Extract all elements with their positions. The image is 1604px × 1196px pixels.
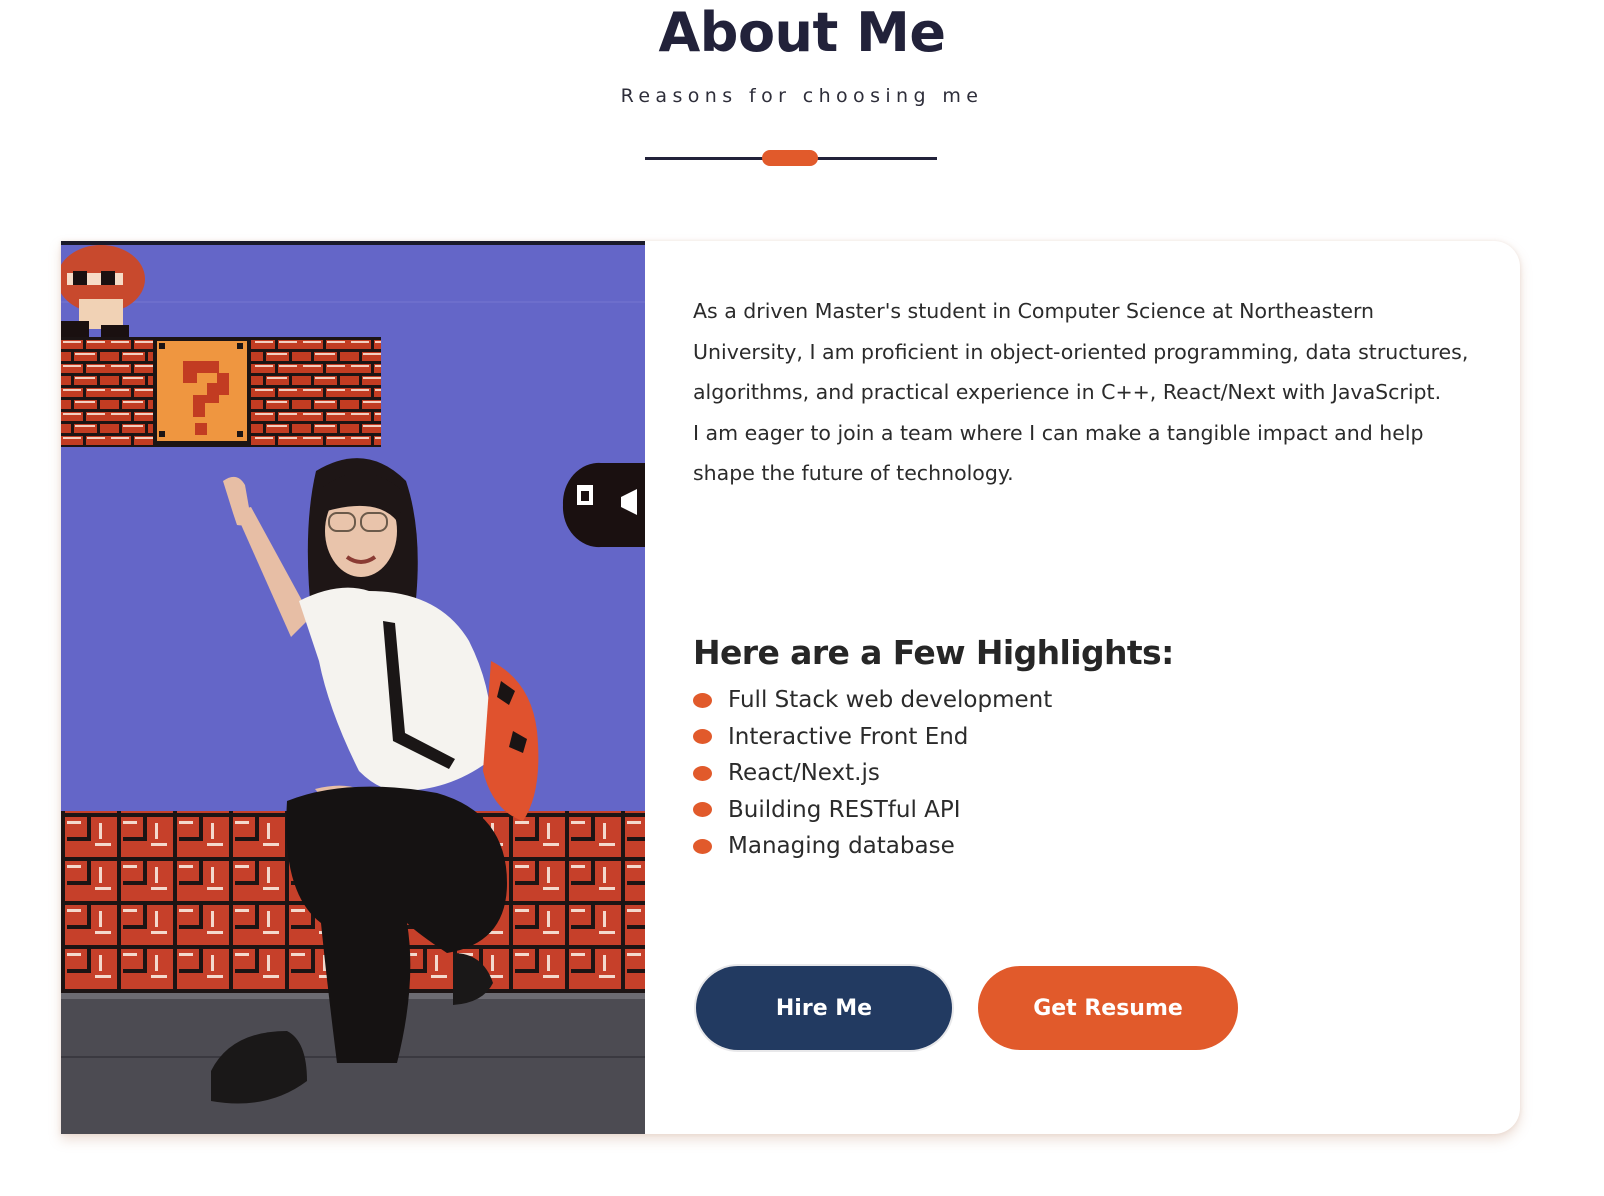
highlight-label: React/Next.js bbox=[728, 760, 880, 787]
bullet-icon bbox=[693, 838, 712, 854]
profile-photo bbox=[61, 241, 645, 1134]
highlight-label: Managing database bbox=[728, 833, 955, 860]
intro-paragraph: I am eager to join a team where I can ma… bbox=[693, 420, 1424, 486]
highlight-label: Building RESTful API bbox=[728, 796, 961, 823]
highlight-item: React/Next.js bbox=[693, 755, 1052, 792]
highlights-heading: Here are a Few Highlights: bbox=[693, 633, 1174, 672]
title-divider bbox=[645, 150, 937, 166]
highlight-label: Full Stack web development bbox=[728, 687, 1053, 714]
about-card: As a driven Master's student in Computer… bbox=[61, 241, 1520, 1134]
highlight-item: Full Stack web development bbox=[693, 682, 1052, 719]
highlight-label: Interactive Front End bbox=[728, 723, 969, 750]
intro-text: As a driven Master's student in Computer… bbox=[693, 291, 1473, 494]
bullet-icon bbox=[693, 802, 712, 818]
bullet-icon bbox=[693, 729, 712, 745]
get-resume-button[interactable]: Get Resume bbox=[978, 966, 1238, 1050]
section-subtitle: Reasons for choosing me bbox=[620, 85, 984, 107]
bullet-icon bbox=[693, 765, 712, 781]
bullet-icon bbox=[693, 692, 712, 708]
highlight-item: Managing database bbox=[693, 828, 1052, 865]
highlights-list: Full Stack web development Interactive F… bbox=[693, 682, 1052, 865]
highlight-item: Interactive Front End bbox=[693, 719, 1052, 756]
hire-me-button[interactable]: Hire Me bbox=[696, 966, 952, 1050]
section-title: About Me bbox=[658, 1, 946, 64]
highlight-item: Building RESTful API bbox=[693, 792, 1052, 829]
divider-accent-pill bbox=[762, 150, 818, 166]
intro-paragraph: As a driven Master's student in Computer… bbox=[693, 299, 1469, 404]
